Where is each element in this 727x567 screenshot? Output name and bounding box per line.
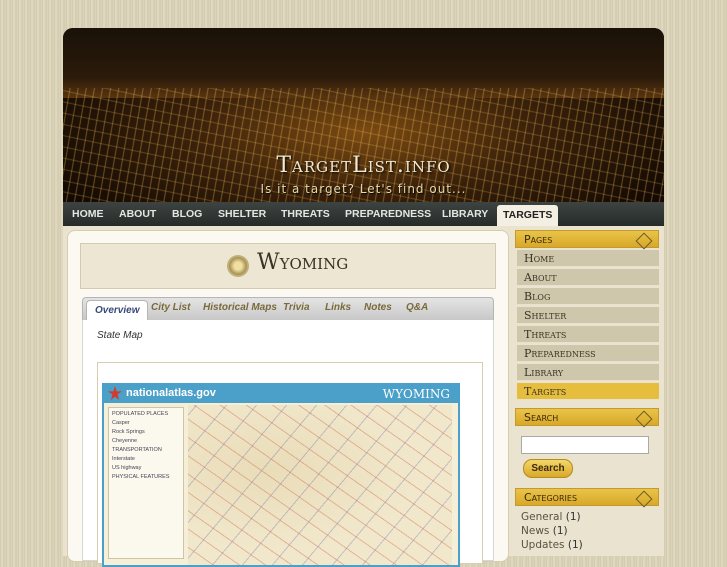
nav-preparedness[interactable]: Preparedness [345,202,431,226]
legend-entry: Rock Springs [112,429,145,435]
pages-heading-label: Pages [524,233,553,246]
search-input[interactable] [521,436,649,454]
map-legend: POPULATED PLACES Casper Rock Springs Che… [108,407,184,559]
category-item: News (1) [521,525,568,537]
sidebar-item-threats[interactable]: Threats [517,326,659,343]
nav-blog[interactable]: Blog [172,202,202,226]
category-item: Updates (1) [521,539,583,551]
wyoming-state-map[interactable]: nationalatlas.gov WYOMING POPULATED PLAC… [102,383,460,567]
sidebar-item-shelter[interactable]: Shelter [517,307,659,324]
pencil-icon [635,490,653,508]
page-title: Wyoming [257,250,349,275]
nav-threats[interactable]: Threats [281,202,330,226]
main-nav: Home About Blog Shelter Threats Prepared… [63,202,664,226]
tab-links[interactable]: Links [325,302,351,313]
page-body: Wyoming Overview City List Historical Ma… [63,226,664,567]
state-map-label: State Map [97,330,143,341]
sidebar-item-home[interactable]: Home [517,250,659,267]
legend-entry: Casper [112,420,130,426]
legend-entry: US highway [112,465,142,471]
tab-historical-maps[interactable]: Historical Maps [203,302,277,313]
legend-entry: TRANSPORTATION [112,447,162,453]
sun-icon [229,257,247,275]
map-frame: nationalatlas.gov WYOMING POPULATED PLAC… [97,362,483,567]
legend-entry: Cheyenne [112,438,138,444]
pages-heading: Pages [515,230,659,250]
site-title[interactable]: TargetList.info [63,153,664,178]
categories-heading: Categories [515,488,659,508]
category-count: (1) [565,511,581,523]
nav-library[interactable]: Library [442,202,488,226]
sidebar: Pages Home About Blog Shelter Threats Pr… [515,230,661,560]
map-brand: nationalatlas.gov [126,387,216,399]
sidebar-item-about[interactable]: About [517,269,659,286]
legend-entry: Interstate [112,456,135,462]
site-tagline: Is it a target? Let's find out... [260,182,467,196]
search-heading-label: Search [524,411,559,424]
nav-home[interactable]: Home [72,202,104,226]
nav-targets[interactable]: Targets [497,205,559,226]
sidebar-item-targets[interactable]: Targets [517,383,659,400]
sidebar-item-library[interactable]: Library [517,364,659,381]
pencil-icon [635,232,653,250]
page-wrapper: TargetList.info Is it a target? Let's fi… [63,28,664,567]
main-content: Wyoming Overview City List Historical Ma… [67,230,509,567]
nav-about[interactable]: About [119,202,156,226]
tab-panel-overview: State Map nationalatlas.gov WYOMING POPU… [82,320,494,567]
category-count: (1) [567,539,583,551]
star-icon [108,386,122,400]
map-state-name: WYOMING [382,387,450,401]
map-terrain [188,405,452,565]
map-banner: nationalatlas.gov WYOMING [104,385,458,403]
page-title-box: Wyoming [80,243,496,289]
tab-overview[interactable]: Overview [86,300,149,321]
tab-bar: Overview City List Historical Maps Trivi… [82,297,494,321]
category-link-news[interactable]: News [521,525,549,537]
site-header: TargetList.info Is it a target? Let's fi… [63,28,664,202]
sidebar-item-blog[interactable]: Blog [517,288,659,305]
search-heading: Search [515,408,659,428]
pencil-icon [635,410,653,428]
legend-entry: PHYSICAL FEATURES [112,474,170,480]
tab-trivia[interactable]: Trivia [283,302,310,313]
search-button[interactable]: Search [523,459,573,478]
category-link-updates[interactable]: Updates [521,539,565,551]
legend-entry: POPULATED PLACES [112,411,169,417]
category-count: (1) [552,525,568,537]
tab-notes[interactable]: Notes [364,302,392,313]
tab-city-list[interactable]: City List [151,302,190,313]
category-link-general[interactable]: General [521,511,562,523]
nav-shelter[interactable]: Shelter [218,202,266,226]
sidebar-item-preparedness[interactable]: Preparedness [517,345,659,362]
tab-qa[interactable]: Q&A [406,302,428,313]
categories-heading-label: Categories [524,491,578,504]
category-item: General (1) [521,511,581,523]
